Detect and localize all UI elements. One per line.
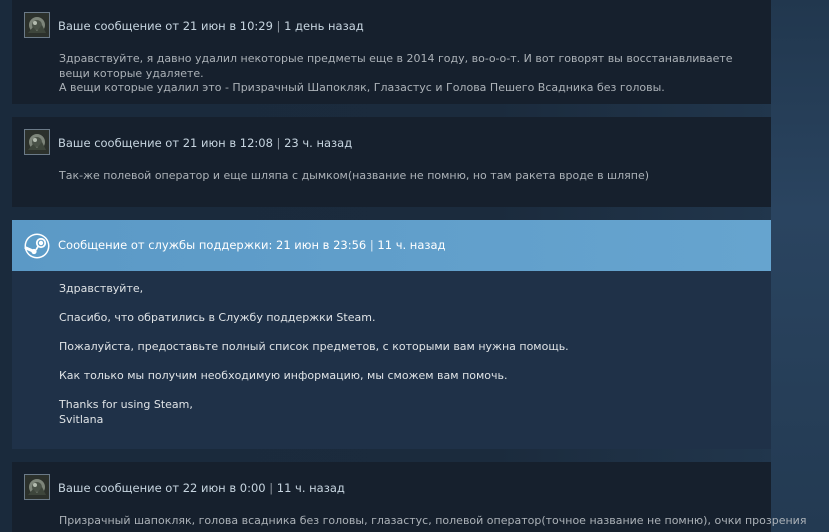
message-line: Здравствуйте, я давно удалил некоторые п… xyxy=(59,52,733,80)
message-line: А вещи которые удалил это - Призрачный Ш… xyxy=(59,81,665,94)
ticket-message-user: Ваше сообщение от 21 июн в 12:08 | 23 ч.… xyxy=(12,117,771,207)
message-header: Ваше сообщение от 22 июн в 0:00 | 11 ч. … xyxy=(12,462,771,510)
message-paragraph: Как только мы получим необходимую информ… xyxy=(59,369,508,382)
message-relative-time: 23 ч. назад xyxy=(284,136,353,150)
message-header: Сообщение от службы поддержки: 21 июн в … xyxy=(12,220,771,271)
message-body: Так-же полевой оператор и еще шляпа с ды… xyxy=(12,165,771,184)
message-line: Так-же полевой оператор и еще шляпа с ды… xyxy=(59,169,650,182)
avatar-image xyxy=(25,475,49,499)
message-paragraph: Пожалуйста, предоставьте полный список п… xyxy=(59,340,569,353)
message-signoff: Thanks for using Steam, xyxy=(59,398,193,411)
message-body: Здравствуйте, я давно удалил некоторые п… xyxy=(12,48,771,96)
header-separator: | xyxy=(276,19,281,33)
steam-logo-icon xyxy=(24,233,50,259)
message-relative-time: 11 ч. назад xyxy=(276,481,345,495)
page-background-right xyxy=(771,0,829,532)
user-avatar[interactable] xyxy=(24,129,50,155)
message-relative-time: 11 ч. назад xyxy=(377,238,446,252)
header-separator: | xyxy=(269,481,274,495)
message-header-text: Ваше сообщение от 21 июн в 12:08 | 23 ч.… xyxy=(58,136,352,150)
message-header: Ваше сообщение от 21 июн в 12:08 | 23 ч.… xyxy=(12,117,771,165)
user-avatar[interactable] xyxy=(24,12,50,38)
message-body: Здравствуйте, Спасибо, что обратились в … xyxy=(12,271,771,427)
avatar-image xyxy=(25,130,49,154)
message-paragraph: Спасибо, что обратились в Службу поддерж… xyxy=(59,311,376,324)
message-author-label: Сообщение от службы поддержки: 21 июн в … xyxy=(58,238,367,252)
message-paragraph: Здравствуйте, xyxy=(59,282,144,295)
avatar-image xyxy=(25,13,49,37)
header-separator: | xyxy=(276,136,281,150)
message-author-label: Ваше сообщение от 21 июн в 12:08 xyxy=(58,136,273,150)
ticket-message-user: Ваше сообщение от 22 июн в 0:00 | 11 ч. … xyxy=(12,462,807,532)
user-avatar[interactable] xyxy=(24,474,50,500)
message-header-text: Ваше сообщение от 22 июн в 0:00 | 11 ч. … xyxy=(58,481,345,495)
message-line: Призрачный шапокляк, голова всадника без… xyxy=(59,514,807,527)
message-author-label: Ваше сообщение от 22 июн в 0:00 xyxy=(58,481,266,495)
message-relative-time: 1 день назад xyxy=(284,19,364,33)
message-author-label: Ваше сообщение от 21 июн в 10:29 xyxy=(58,19,273,33)
message-header-text: Сообщение от службы поддержки: 21 июн в … xyxy=(58,238,445,252)
header-separator: | xyxy=(369,238,374,252)
message-header-text: Ваше сообщение от 21 июн в 10:29 | 1 ден… xyxy=(58,19,364,33)
ticket-message-support: Сообщение от службы поддержки: 21 июн в … xyxy=(12,220,771,449)
ticket-message-user: Ваше сообщение от 21 июн в 10:29 | 1 ден… xyxy=(12,0,771,104)
message-signature: Svitlana xyxy=(59,412,104,426)
message-body: Призрачный шапокляк, голова всадника без… xyxy=(12,510,807,529)
message-header: Ваше сообщение от 21 июн в 10:29 | 1 ден… xyxy=(12,0,771,48)
